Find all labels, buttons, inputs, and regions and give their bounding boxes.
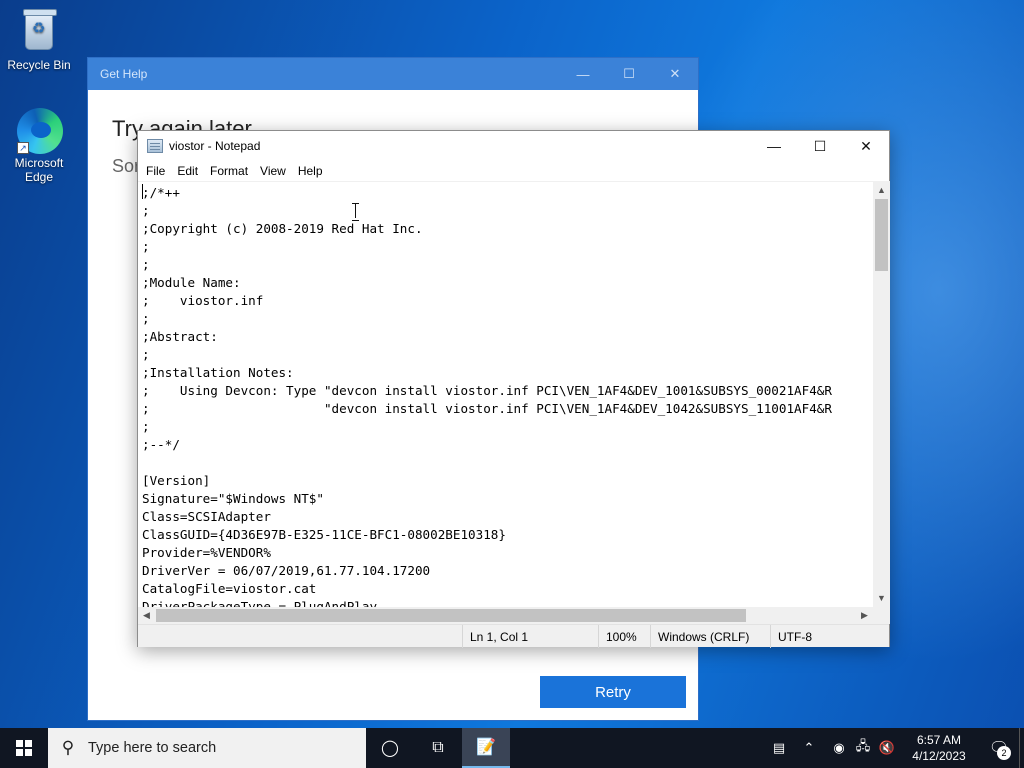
task-view-button[interactable]: ⧉ <box>414 728 462 768</box>
menu-file[interactable]: File <box>140 164 171 178</box>
notepad-titlebar[interactable]: viostor - Notepad — ☐ ✕ <box>138 131 889 161</box>
get-help-subtext: Sor <box>112 156 141 176</box>
window-title: viostor - Notepad <box>169 139 261 153</box>
retry-button[interactable]: Retry <box>540 676 686 708</box>
notepad-icon <box>147 139 163 153</box>
text-line: ;Installation Notes: <box>142 365 294 380</box>
text-line: ;Copyright (c) 2008-2019 Red Hat Inc. <box>142 221 423 236</box>
text-line: ;/*++ <box>142 184 180 200</box>
get-help-titlebar[interactable]: Get Help — ☐ ✕ <box>88 58 698 90</box>
text-line: ;--*/ <box>142 437 180 452</box>
close-icon: ✕ <box>669 66 681 81</box>
status-line-ending: Windows (CRLF) <box>650 625 770 648</box>
status-bar: Ln 1, Col 1 100% Windows (CRLF) UTF-8 <box>138 624 889 648</box>
menu-help[interactable]: Help <box>292 164 329 178</box>
maximize-icon: ☐ <box>813 137 827 154</box>
taskbar-search-box[interactable]: ⚲ Type here to search <box>48 728 366 768</box>
edge-icon: ↗ <box>15 106 63 154</box>
news-widget-icon[interactable]: ▤ <box>767 740 791 756</box>
scrollbar-corner <box>873 607 890 624</box>
text-line: Signature="$Windows NT$" <box>142 491 324 506</box>
text-line: ; "devcon install viostor.inf PCI\VEN_1A… <box>142 401 832 416</box>
action-center-button[interactable]: 🗨 2 <box>979 728 1019 768</box>
minimize-button[interactable]: — <box>560 58 606 90</box>
editor-content: ;/*++; ;Copyright (c) 2008-2019 Red Hat I… <box>138 182 873 607</box>
desktop-icon-label: Recycle Bin <box>7 58 71 72</box>
close-icon: ✕ <box>860 137 872 154</box>
clock-date: 4/12/2023 <box>912 749 966 763</box>
clock-time: 6:57 AM <box>916 733 962 747</box>
text-line: ; <box>142 257 150 272</box>
system-tray: ▤ ⌃ ◉ 🖧 🔇 6:57 AM 4/12/2023 🗨 2 <box>767 728 1024 768</box>
scroll-up-icon[interactable]: ▲ <box>873 182 890 198</box>
search-placeholder: Type here to search <box>88 740 217 756</box>
text-line: Class=SCSIAdapter <box>142 509 271 524</box>
notepad-icon: 📝 <box>476 739 496 756</box>
text-line: DriverVer = 06/07/2019,61.77.104.17200 <box>142 563 431 578</box>
status-encoding: UTF-8 <box>770 625 889 648</box>
menu-view[interactable]: View <box>254 164 292 178</box>
text-line <box>142 454 873 472</box>
menu-bar: File Edit Format View Help <box>138 161 889 181</box>
menu-format[interactable]: Format <box>204 164 254 178</box>
close-button[interactable]: ✕ <box>652 58 698 90</box>
scroll-left-icon[interactable]: ◀ <box>138 607 155 624</box>
horizontal-scrollbar[interactable]: ◀ ▶ <box>138 607 873 624</box>
recycle-bin-icon <box>15 8 63 56</box>
text-line: ; <box>142 419 150 434</box>
status-position: Ln 1, Col 1 <box>462 625 598 648</box>
cortana-button[interactable]: ◯ <box>366 728 414 768</box>
minimize-icon: — <box>767 138 781 154</box>
text-line: ; viostor.inf <box>142 293 264 308</box>
text-line: DriverPackageType = PlugAndPlay <box>142 599 378 607</box>
show-hidden-icons-chevron-up-icon[interactable]: ⌃ <box>791 740 827 756</box>
status-zoom: 100% <box>598 625 650 648</box>
scroll-thumb[interactable] <box>156 609 746 622</box>
windows-logo-icon <box>16 740 32 756</box>
text-line: ; <box>142 311 150 326</box>
task-view-icon: ⧉ <box>432 739 444 756</box>
meet-now-icon[interactable]: ◉ <box>827 740 851 756</box>
volume-muted-icon[interactable]: 🔇 <box>875 740 899 756</box>
taskbar-notepad-button[interactable]: 📝 <box>462 728 510 768</box>
maximize-button[interactable]: ☐ <box>797 131 843 161</box>
text-line: CatalogFile=viostor.cat <box>142 581 317 596</box>
text-line: Provider=%VENDOR% <box>142 545 271 560</box>
minimize-button[interactable]: — <box>751 131 797 161</box>
scroll-thumb[interactable] <box>875 199 888 271</box>
network-icon[interactable]: 🖧 <box>851 737 875 759</box>
text-line: ; Using Devcon: Type "devcon install vio… <box>142 383 832 398</box>
show-desktop-button[interactable] <box>1019 728 1024 768</box>
text-line: ; <box>142 239 150 254</box>
minimize-icon: — <box>576 66 590 82</box>
desktop-icon-label: Microsoft Edge <box>14 156 64 184</box>
text-caret <box>142 184 143 199</box>
shortcut-arrow-icon: ↗ <box>17 142 29 154</box>
desktop-icon-recycle-bin[interactable]: Recycle Bin <box>1 8 77 72</box>
clock[interactable]: 6:57 AM 4/12/2023 <box>899 732 979 764</box>
text-line: ;Module Name: <box>142 275 241 290</box>
text-line: ;Abstract: <box>142 329 218 344</box>
window-title: Get Help <box>100 67 148 81</box>
close-button[interactable]: ✕ <box>843 131 889 161</box>
scroll-down-icon[interactable]: ▼ <box>873 590 890 606</box>
menu-edit[interactable]: Edit <box>171 164 204 178</box>
text-line: [Version] <box>142 473 211 488</box>
text-editor[interactable]: ;/*++; ;Copyright (c) 2008-2019 Red Hat I… <box>138 181 873 607</box>
scroll-right-icon[interactable]: ▶ <box>856 607 873 624</box>
maximize-button[interactable]: ☐ <box>606 58 652 90</box>
taskbar: ⚲ Type here to search ◯ ⧉ 📝 ▤ ⌃ ◉ 🖧 🔇 6:… <box>0 728 1024 768</box>
text-line: ; <box>142 347 150 362</box>
desktop-icon-edge[interactable]: ↗ Microsoft Edge <box>1 106 77 184</box>
text-line: ; <box>142 203 150 218</box>
notepad-window: viostor - Notepad — ☐ ✕ File Edit Format… <box>137 130 890 648</box>
maximize-icon: ☐ <box>623 66 635 81</box>
text-line: ClassGUID={4D36E97B-E325-11CE-BFC1-08002… <box>142 527 506 542</box>
start-button[interactable] <box>0 728 48 768</box>
cortana-circle-icon: ◯ <box>381 740 399 757</box>
mouse-cursor-ibeam-icon <box>352 203 359 221</box>
notification-count-badge: 2 <box>997 746 1011 760</box>
search-icon: ⚲ <box>61 738 75 757</box>
vertical-scrollbar[interactable]: ▲ ▼ <box>873 181 890 607</box>
